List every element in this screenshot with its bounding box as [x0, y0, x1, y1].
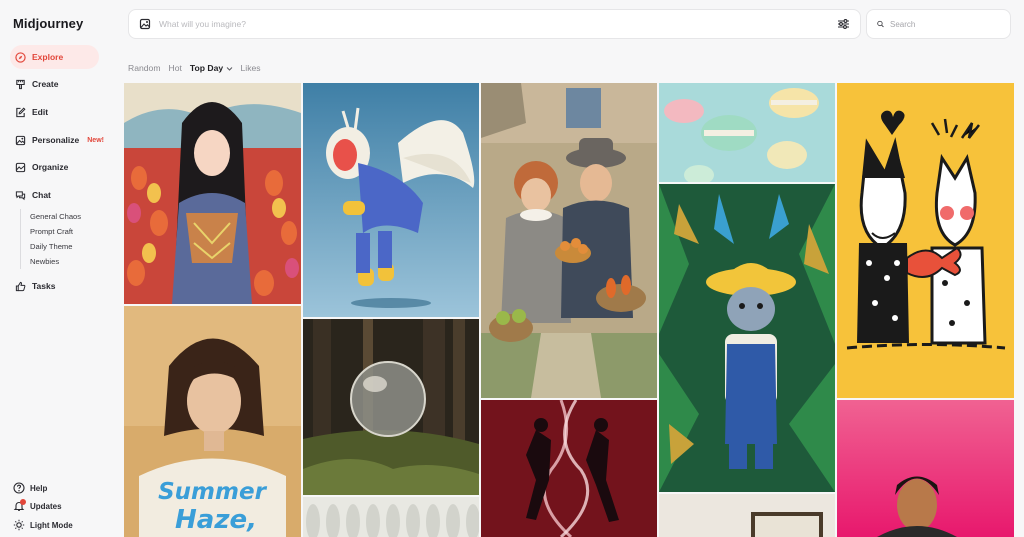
chevron-down-icon [226, 67, 232, 71]
feed-tabs: Random Hot Top Day Likes [128, 63, 261, 73]
compass-icon [15, 51, 26, 63]
sidebar-item-explore[interactable]: Explore [10, 45, 99, 69]
tab-hot[interactable]: Hot [168, 63, 181, 73]
sun-icon [13, 519, 25, 531]
image-upload-icon[interactable] [139, 18, 151, 30]
sidebar-item-label: Chat [32, 190, 51, 200]
summer-haze-photo: Summer Haze, [124, 306, 301, 537]
man-portrait-photo [837, 400, 1014, 537]
light-mode-label: Light Mode [30, 520, 73, 530]
gallery-image-white-figures[interactable] [303, 497, 479, 537]
tulip-girl-artwork [124, 83, 301, 304]
image-icon [15, 135, 26, 145]
gallery-image-forest-sphere[interactable] [303, 319, 479, 495]
thumbs-up-icon [15, 281, 26, 291]
search-icon [877, 20, 884, 28]
edit-icon [16, 106, 26, 117]
imagine-input[interactable] [159, 19, 837, 29]
gallery-image-red-dancers[interactable] [481, 400, 657, 537]
light-mode-toggle[interactable]: Light Mode [13, 517, 73, 533]
felt-couple-render [481, 83, 657, 398]
gallery-image-winged-creature[interactable] [303, 83, 479, 317]
new-badge: New! [87, 136, 104, 144]
search-input[interactable] [890, 19, 1000, 29]
sidebar-item-label: Explore [32, 52, 64, 62]
red-dancers-artwork [481, 400, 657, 537]
chat-icon [15, 190, 26, 200]
search-box [866, 9, 1011, 39]
tab-top-day-label: Top Day [189, 63, 224, 73]
sidebar-item-personalize[interactable]: Personalize New! [10, 128, 115, 152]
sidebar-item-edit[interactable]: Edit [10, 100, 99, 124]
gallery-image-felt-couple[interactable] [481, 83, 657, 398]
updates-link[interactable]: Updates [13, 498, 62, 514]
frame-room-photo [659, 494, 835, 537]
app-root: Midjourney Explore Create Edit Personali… [0, 0, 1024, 537]
cat-farmer-painting [659, 184, 835, 492]
chat-room-list: General Chaos Prompt Craft Daily Theme N… [20, 209, 81, 269]
white-figures-photo [303, 497, 479, 537]
folder-image-icon [15, 162, 26, 172]
sidebar-item-organize[interactable]: Organize [10, 155, 99, 179]
help-label: Help [30, 483, 48, 493]
winged-creature-render [303, 83, 479, 317]
help-icon [13, 482, 25, 494]
tab-random[interactable]: Random [128, 63, 160, 73]
chat-room-newbies[interactable]: Newbies [30, 254, 81, 269]
gallery-image-cat-doodle[interactable] [837, 83, 1014, 398]
help-link[interactable]: Help [13, 480, 47, 496]
image-gallery: Summer Haze, [124, 83, 1014, 537]
gallery-image-summer-haze[interactable]: Summer Haze, [124, 306, 301, 537]
chat-room-prompt-craft[interactable]: Prompt Craft [30, 224, 81, 239]
sidebar-item-label: Create [32, 79, 59, 89]
sidebar-item-tasks[interactable]: Tasks [10, 274, 99, 298]
sidebar-item-label: Edit [32, 107, 49, 117]
gallery-image-frame-room[interactable] [659, 494, 835, 537]
app-logo[interactable]: Midjourney [13, 16, 83, 31]
poster-text-summer: Summer [158, 479, 267, 505]
bell-icon-wrap [13, 499, 26, 512]
brush-icon [16, 79, 25, 89]
tab-likes[interactable]: Likes [241, 63, 261, 73]
tab-top-day[interactable]: Top Day [190, 63, 233, 73]
gallery-image-cat-farmer[interactable] [659, 184, 835, 492]
sidebar-item-label: Tasks [32, 281, 56, 291]
imagine-bar [128, 9, 861, 39]
poster-text-haze: Haze, [175, 505, 257, 535]
macarons-photo [659, 83, 835, 182]
gallery-image-tulip-girl[interactable] [124, 83, 301, 304]
sidebar: Midjourney Explore Create Edit Personali… [0, 0, 118, 537]
sidebar-item-label: Personalize [32, 135, 80, 145]
sidebar-item-label: Organize [32, 162, 69, 172]
settings-sliders-icon[interactable] [837, 18, 850, 30]
chat-room-general-chaos[interactable]: General Chaos [30, 209, 81, 224]
forest-sphere-photo [303, 319, 479, 495]
chat-room-daily-theme[interactable]: Daily Theme [30, 239, 81, 254]
cat-doodle-artwork [837, 83, 1014, 398]
updates-label: Updates [30, 501, 62, 511]
gallery-image-man-portrait[interactable] [837, 400, 1014, 537]
sidebar-item-create[interactable]: Create [10, 72, 99, 96]
gallery-image-macarons[interactable] [659, 83, 835, 182]
notification-dot [20, 499, 26, 505]
sidebar-item-chat[interactable]: Chat [10, 183, 99, 207]
